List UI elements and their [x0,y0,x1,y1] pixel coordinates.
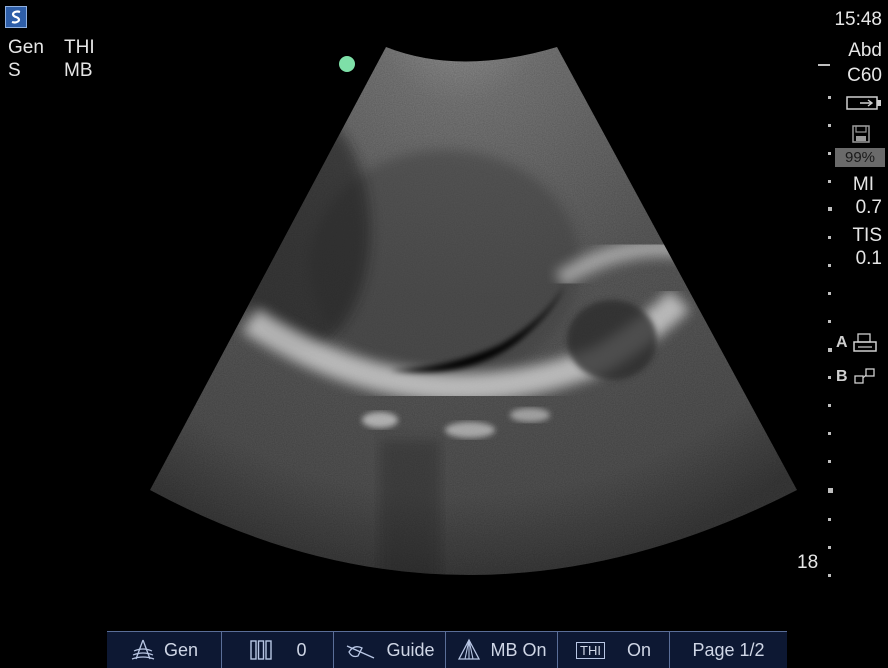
depth-scale-tick [828,96,831,99]
clock-time: 15:48 [834,9,882,30]
gain-value: 0 [296,639,307,660]
storage-percent: 99% [835,148,885,167]
depth-scale-tick [828,124,831,127]
exam-preset: Abd [848,40,882,61]
gen-softkey[interactable]: Gen [107,632,222,668]
thi-softkey[interactable]: THI On [558,632,670,668]
depth-scale-tick [828,236,831,239]
gen-softkey-label: Gen [163,639,199,660]
guide-softkey-label: Guide [386,639,435,660]
depth-scale-tick [828,292,831,295]
gain-softkey[interactable]: 0 [222,632,334,668]
depth-scale-tick [828,152,831,155]
depth-scale-tick [828,546,831,549]
gain-bars-icon [250,640,273,660]
thi-value: On [626,639,651,660]
multibeam-icon [458,638,481,660]
print-b-label: B [836,368,848,385]
depth-scale-tick [828,264,831,267]
orientation-marker [339,56,355,72]
tis-value: 0.1 [855,248,882,269]
transducer-label: C60 [847,65,882,86]
thi-badge: THI [576,641,605,659]
depth-scale-tick [828,404,831,407]
depth-scale-major-tick [828,348,832,352]
tis-label: TIS [852,225,882,246]
print-a-label: A [836,334,848,351]
depth-scale-major-tick [828,488,833,493]
depth-scale-tick [828,432,831,435]
export-icon [853,368,875,384]
page-label: Page 1/2 [692,639,765,660]
depth-scale-major-tick [818,64,830,66]
print-b-button[interactable]: B [836,366,878,388]
mi-label: MI [852,174,874,195]
soft-key-bar: Gen 0 Guide MB On THI On Page 1/2 [107,631,787,668]
depth-value: 18 [797,552,819,573]
depth-scale-tick [828,376,831,379]
page-softkey[interactable]: Page 1/2 [670,632,787,668]
print-a-button[interactable]: A [836,332,878,354]
depth-scale-major-tick [828,207,832,211]
printer-icon [852,333,877,352]
depth-scale-tick [828,460,831,463]
transducer-gain-icon [131,639,155,660]
guide-softkey[interactable]: Guide [334,632,446,668]
mb-softkey[interactable]: MB On [446,632,558,668]
depth-scale-tick [828,180,831,183]
ultrasound-image [150,47,797,575]
needle-guide-icon [347,645,375,659]
mi-value: 0.7 [855,197,882,218]
depth-scale-tick [828,320,831,323]
depth-scale-tick [828,574,831,577]
depth-scale-tick [828,518,831,521]
mb-softkey-label: MB On [490,639,547,660]
battery-icon [846,96,881,110]
save-icon [852,125,870,143]
